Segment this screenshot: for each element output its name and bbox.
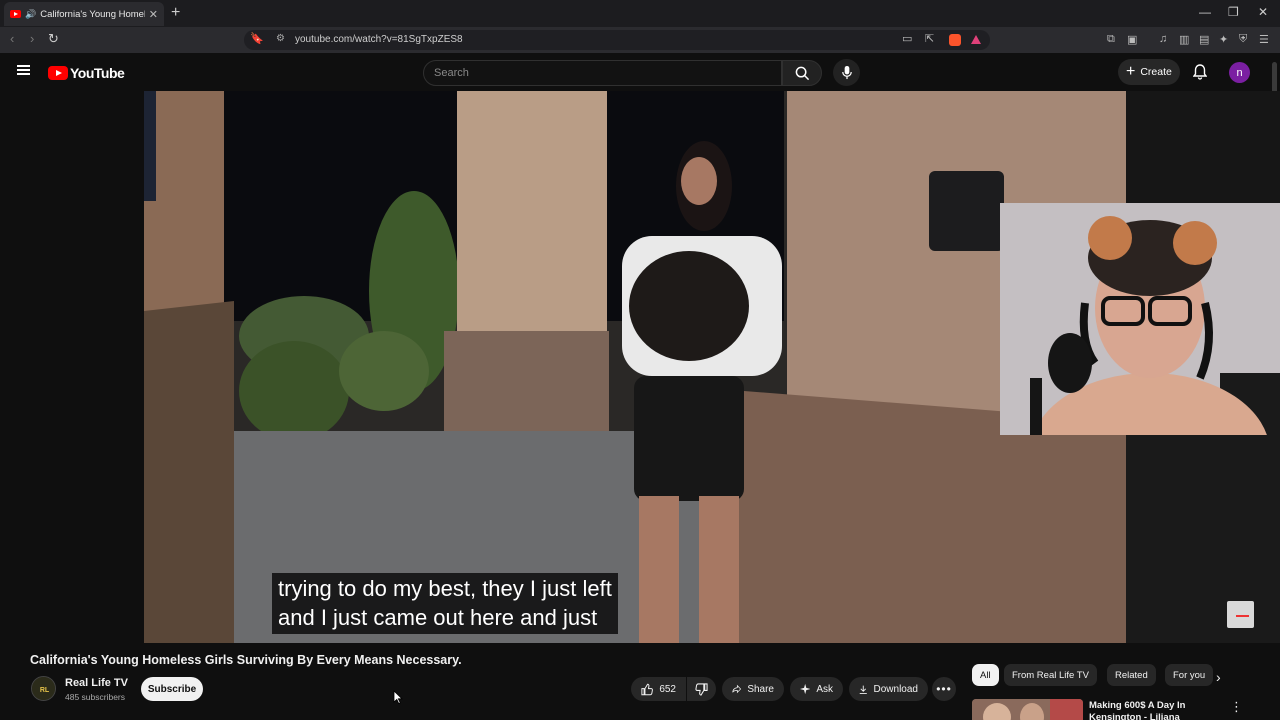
share-button[interactable]: Share	[722, 677, 784, 701]
facecam-image	[1000, 203, 1280, 435]
video-player[interactable]: trying to do my best, they I just left a…	[144, 91, 1126, 643]
voice-search-button[interactable]	[833, 59, 860, 86]
ask-button[interactable]: Ask	[790, 677, 843, 701]
video-side-area-lower	[1126, 435, 1280, 643]
browser-tab[interactable]: 🔊 California's Young Homeless G ✕	[4, 2, 164, 26]
youtube-favicon-icon	[10, 10, 21, 18]
browser-toolbar: ‹ › ↻ 🔖 ⚙ youtube.com/watch?v=81SgTxpZES…	[0, 27, 1280, 53]
forward-icon[interactable]: ›	[30, 31, 34, 46]
youtube-wordmark: YouTube	[70, 65, 125, 81]
share-icon	[732, 684, 742, 694]
sidebar-toggle-icon[interactable]: ▥	[1179, 33, 1189, 46]
url-text: youtube.com/watch?v=81SgTxpZES8	[295, 34, 463, 45]
leo-ai-icon[interactable]: ✦	[1219, 33, 1228, 46]
streamer-facecam	[1000, 203, 1280, 435]
more-vertical-icon[interactable]: ⋮	[1230, 699, 1243, 715]
sparkle-icon	[800, 683, 811, 695]
video-title: California's Young Homeless Girls Surviv…	[30, 653, 462, 667]
browser-menu-icon[interactable]: ☰	[1259, 33, 1269, 46]
tab-title: California's Young Homeless G	[40, 8, 145, 20]
share-page-icon[interactable]: ⇱	[925, 32, 934, 45]
channel-avatar[interactable]: RL	[31, 676, 56, 701]
create-label: Create	[1140, 66, 1172, 78]
guide-menu-icon[interactable]	[17, 65, 30, 75]
media-icon[interactable]: ♫	[1159, 33, 1167, 45]
search-input[interactable]	[434, 65, 764, 81]
chip-related[interactable]: Related	[1107, 664, 1156, 686]
recommended-video-thumbnail[interactable]	[972, 699, 1083, 720]
audio-playing-icon[interactable]: 🔊	[25, 9, 36, 20]
caption-line-2: and I just came out here and just	[278, 605, 598, 630]
overlay-widget-icon[interactable]	[1227, 601, 1254, 628]
cast-icon[interactable]: ▭	[902, 32, 912, 45]
more-horizontal-icon: •••	[936, 682, 952, 696]
vpn-icon[interactable]: ⛨	[1239, 33, 1247, 46]
notifications-bell-icon[interactable]	[1192, 64, 1208, 85]
like-button[interactable]: 652	[631, 677, 686, 701]
thumbs-down-icon	[695, 682, 708, 696]
video-side-area	[1126, 91, 1280, 203]
back-icon[interactable]: ‹	[10, 31, 14, 46]
chip-from-channel[interactable]: From Real Life TV	[1004, 664, 1097, 686]
ask-label: Ask	[816, 683, 833, 695]
brave-shields-icon[interactable]	[949, 34, 961, 49]
extensions-icon[interactable]: ⧉	[1107, 33, 1115, 46]
chip-for-you[interactable]: For you	[1165, 664, 1214, 686]
youtube-logo[interactable]: YouTube	[48, 65, 125, 81]
video-frame	[144, 91, 1126, 643]
channel-name[interactable]: Real Life TV	[65, 677, 128, 689]
plus-icon: +	[1126, 63, 1136, 80]
chip-all[interactable]: All	[972, 664, 999, 686]
youtube-masthead: YouTube + Create n	[0, 53, 1280, 91]
search-box	[423, 60, 782, 86]
dislike-button[interactable]	[687, 677, 716, 701]
subscriber-count: 485 subscribers	[65, 692, 126, 702]
svg-text:RL: RL	[40, 687, 50, 694]
brave-rewards-icon[interactable]	[971, 35, 981, 47]
tab-search-icon[interactable]: ▣	[1127, 33, 1137, 46]
thumbs-up-icon	[641, 683, 653, 695]
download-label: Download	[873, 683, 918, 695]
close-tab-icon[interactable]: ✕	[149, 8, 158, 21]
reload-icon[interactable]: ↻	[48, 31, 59, 47]
bookmark-icon[interactable]: 🔖	[250, 32, 264, 45]
create-button[interactable]: + Create	[1118, 59, 1180, 85]
wallet-icon[interactable]: ▤	[1199, 33, 1209, 46]
close-window-icon[interactable]: ✕	[1258, 5, 1268, 19]
like-count: 652	[659, 683, 676, 695]
share-label: Share	[747, 683, 774, 695]
microphone-icon	[841, 65, 852, 80]
search-icon	[795, 66, 809, 80]
browser-tab-bar: 🔊 California's Young Homeless G ✕ + — ❐ …	[0, 0, 1280, 27]
address-bar[interactable]: 🔖 ⚙ youtube.com/watch?v=81SgTxpZES8 ▭ ⇱	[244, 30, 990, 50]
caption-line-1: trying to do my best, they I just left	[278, 576, 612, 601]
account-avatar[interactable]: n	[1229, 62, 1250, 83]
youtube-play-icon	[48, 66, 68, 80]
more-actions-button[interactable]: •••	[932, 677, 956, 701]
recommended-video-title[interactable]: Making 600$ A Day In Kensington - Lilian…	[1089, 700, 1229, 720]
search-button[interactable]	[782, 60, 822, 86]
video-caption: trying to do my best, they I just left a…	[272, 573, 618, 634]
download-icon	[859, 685, 867, 694]
chevron-right-icon[interactable]: ›	[1216, 669, 1221, 685]
restore-icon[interactable]: ❐	[1228, 5, 1239, 19]
minimize-icon[interactable]: —	[1199, 5, 1211, 19]
download-button[interactable]: Download	[849, 677, 928, 701]
mouse-cursor-icon	[393, 690, 403, 704]
site-settings-icon[interactable]: ⚙	[276, 33, 285, 44]
new-tab-icon[interactable]: +	[171, 4, 180, 22]
subscribe-button[interactable]: Subscribe	[141, 677, 203, 701]
